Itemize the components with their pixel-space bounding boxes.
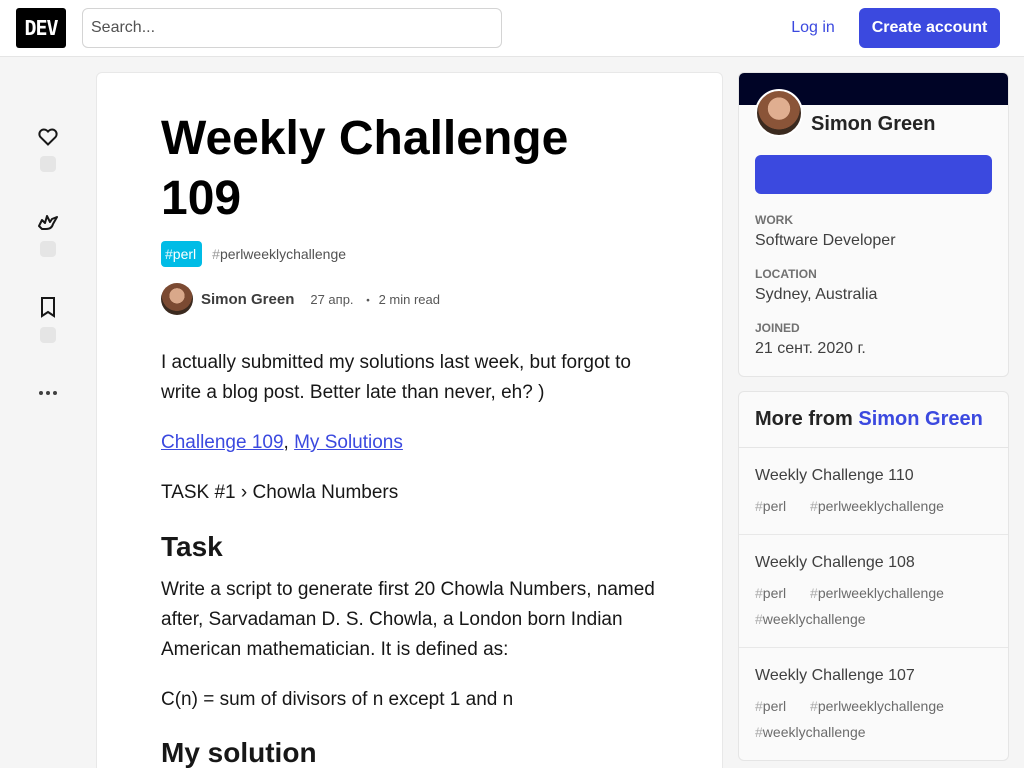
author-card-name[interactable]: Simon Green <box>811 113 935 136</box>
more-options[interactable] <box>30 381 66 405</box>
intro-paragraph: I actually submitted my solutions last w… <box>161 352 631 403</box>
formula-line: C(n) = sum of divisors of n except 1 and… <box>161 689 514 710</box>
more-item[interactable]: Weekly Challenge 107 #perl #perlweeklych… <box>739 648 1008 760</box>
bookmark-icon <box>41 297 55 318</box>
solution-heading: My solution <box>161 737 317 768</box>
article-title: Weekly Challenge 109 <box>161 112 569 225</box>
bookmark-reaction[interactable] <box>30 295 66 343</box>
work-value: Software Developer <box>755 232 896 249</box>
more-item-title[interactable]: Weekly Challenge 110 <box>755 466 992 486</box>
tag-link[interactable]: #weeklychallenge <box>755 611 876 627</box>
tag-link[interactable]: #perlweeklychallenge <box>810 698 954 714</box>
author-avatar[interactable] <box>161 283 193 315</box>
joined-value: 21 сент. 2020 г. <box>755 340 866 357</box>
meta-separator: ・ <box>361 292 375 308</box>
author-card: Simon Green WORK Software Developer LOCA… <box>738 72 1009 377</box>
more-item-title[interactable]: Weekly Challenge 107 <box>755 666 992 686</box>
author-name[interactable]: Simon Green <box>201 291 294 308</box>
more-item-title[interactable]: Weekly Challenge 108 <box>755 553 992 573</box>
location-value: Sydney, Australia <box>755 286 878 303</box>
unicorn-count <box>40 241 56 257</box>
login-link[interactable]: Log in <box>776 8 850 48</box>
heart-icon <box>38 128 58 146</box>
unicorn-icon <box>38 215 58 230</box>
heart-count <box>40 156 56 172</box>
dev-logo[interactable]: DEV <box>16 8 66 48</box>
tag-perlweeklychallenge[interactable]: #perlweeklychallenge <box>208 241 352 267</box>
bookmark-count <box>40 327 56 343</box>
location-label: LOCATION <box>755 267 817 281</box>
tag-link[interactable]: #perlweeklychallenge <box>810 585 954 601</box>
follow-button[interactable] <box>755 155 992 194</box>
more-item[interactable]: Weekly Challenge 108 #perl #perlweeklych… <box>739 535 1008 648</box>
more-from-heading: More from Simon Green <box>739 392 1008 448</box>
more-icon <box>39 391 57 395</box>
task-heading: Task <box>161 531 223 562</box>
tag-link[interactable]: #perlweeklychallenge <box>810 498 954 514</box>
more-item-tags: #perl #perlweeklychallenge #weeklychalle… <box>755 580 992 632</box>
tag-link[interactable]: #weeklychallenge <box>755 724 876 740</box>
heart-reaction[interactable] <box>30 124 66 172</box>
tag-link[interactable]: #perl <box>755 498 796 514</box>
task1-line: TASK #1 › Chowla Numbers <box>161 482 399 503</box>
author-card-avatar[interactable] <box>755 89 803 137</box>
tag-link[interactable]: #perl <box>755 698 796 714</box>
more-from-panel: More from Simon Green Weekly Challenge 1… <box>738 391 1009 761</box>
joined-label: JOINED <box>755 321 800 335</box>
links-paragraph: Challenge 109, My Solutions <box>161 432 403 453</box>
more-item-tags: #perl #perlweeklychallenge <box>755 493 992 519</box>
publish-date: 27 апр. <box>310 291 354 307</box>
tag-link[interactable]: #perl <box>755 585 796 601</box>
more-item[interactable]: Weekly Challenge 110 #perl #perlweeklych… <box>739 448 1008 535</box>
top-header: DEV Log in Create account <box>0 0 1024 57</box>
search-input[interactable] <box>82 8 502 48</box>
more-item-tags: #perl #perlweeklychallenge #weeklychalle… <box>755 693 992 745</box>
tag-perl[interactable]: #perl <box>161 241 203 267</box>
article-tags: #perl #perlweeklychallenge <box>161 241 352 267</box>
solutions-link[interactable]: My Solutions <box>294 432 403 453</box>
create-account-button[interactable]: Create account <box>859 8 1000 48</box>
read-time: 2 min read <box>378 291 440 307</box>
more-from-author-link[interactable]: Simon Green <box>858 408 982 430</box>
article-card: Weekly Challenge 109 #perl #perlweeklych… <box>96 72 723 768</box>
unicorn-reaction[interactable] <box>30 209 66 257</box>
task-description: Write a script to generate first 20 Chow… <box>161 579 655 660</box>
article-meta: Simon Green 27 апр. ・ 2 min read <box>161 283 440 315</box>
challenge-link[interactable]: Challenge 109 <box>161 432 284 453</box>
work-label: WORK <box>755 213 793 227</box>
